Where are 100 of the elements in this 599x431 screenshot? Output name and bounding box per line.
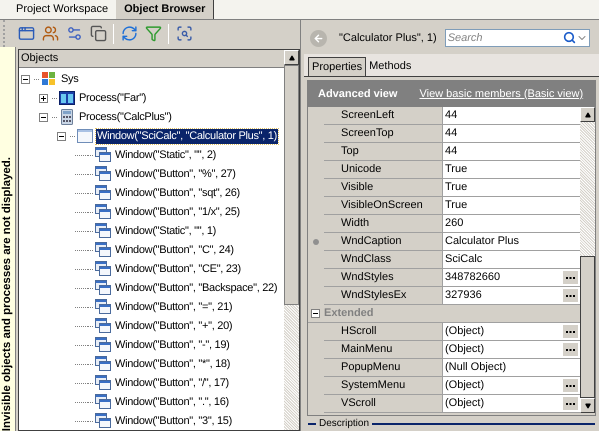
column-header: Objects: [19, 50, 284, 68]
stacked-windows-icon: [95, 375, 111, 391]
property-value: 44: [445, 108, 458, 124]
tree-item[interactable]: Window("Button", "sqt", 26): [114, 186, 241, 200]
calculator-icon: [59, 109, 75, 125]
property-value: 260: [445, 216, 464, 232]
property-value: True: [445, 162, 468, 178]
tree-item[interactable]: Window("Button", "=", 21): [114, 300, 234, 314]
collapse-toggle[interactable]: [39, 112, 48, 122]
scroll-thumb[interactable]: [284, 65, 299, 305]
tree-item[interactable]: Window("Button", "1/x", 25): [114, 204, 241, 220]
edit-button[interactable]: [563, 343, 578, 356]
tree-item[interactable]: Window("Static", "", 2): [114, 148, 218, 162]
collapse-toggle[interactable]: [311, 309, 320, 318]
property-value: True: [445, 180, 468, 196]
property-name: ScreenTop: [341, 126, 394, 142]
tab[interactable]: Properties: [308, 57, 366, 76]
expand-toggle[interactable]: [39, 94, 48, 102]
basic-view-link[interactable]: View basic members (Basic view): [419, 86, 584, 102]
property-value: True: [445, 198, 468, 214]
scroll-up-button[interactable]: [580, 107, 595, 122]
property-value: 327936: [445, 288, 483, 304]
stacked-windows-icon: [95, 394, 111, 410]
down-arrow-icon: [584, 402, 590, 408]
property-value: (Object): [445, 342, 486, 358]
panel-window-icon: [59, 90, 75, 106]
tree-item[interactable]: Window("Button", "3", 15): [114, 414, 233, 428]
tree-item[interactable]: Window("Button", "/", 17): [114, 376, 230, 390]
tree-item[interactable]: Sys: [60, 72, 80, 86]
tab[interactable]: Methods: [366, 57, 414, 76]
property-name: PopupMenu: [341, 360, 400, 376]
property-name: VisibleOnScreen: [341, 198, 423, 214]
property-value: (Object): [445, 378, 486, 394]
window-icon: [77, 128, 93, 144]
collapse-toggle[interactable]: [21, 74, 30, 84]
property-name: SystemMenu: [341, 378, 406, 394]
tab[interactable]: Object Browser: [116, 0, 214, 19]
scrollbar[interactable]: [580, 107, 595, 413]
view-title: Advanced view: [318, 86, 398, 102]
tree-item[interactable]: Window("Button", "CE", 23): [114, 262, 242, 276]
property-name: ScreenLeft: [341, 108, 394, 124]
stacked-windows-icon: [95, 147, 111, 163]
up-arrow-icon: [288, 54, 294, 60]
tree-item[interactable]: Window("Button", ".", 16): [114, 394, 230, 410]
tab[interactable]: Project Workspace: [8, 0, 116, 19]
description-label: Description: [319, 418, 370, 429]
scrollbar[interactable]: [284, 50, 299, 430]
property-name: Width: [341, 216, 370, 232]
stacked-windows-icon: [95, 166, 111, 182]
collapse-toggle[interactable]: [57, 132, 66, 140]
property-value: (Object): [445, 324, 486, 340]
property-name: Visible: [341, 180, 374, 196]
property-name: WndClass: [341, 252, 392, 268]
stacked-windows-icon: [95, 318, 111, 334]
scroll-down-button[interactable]: [580, 398, 595, 413]
tree-item[interactable]: Window("Button", "-", 19): [114, 338, 230, 352]
hidden-objects-note: Invisible objects and processes are not displayed.: [0, 156, 14, 431]
scroll-up-button[interactable]: [284, 50, 299, 65]
tree-item[interactable]: Window("Button", "%", 27): [114, 166, 237, 182]
edit-button[interactable]: [563, 397, 578, 410]
property-value: Calculator Plus: [445, 234, 520, 250]
tree-item[interactable]: Window("SciCalc", "Calculator Plus", 1): [96, 128, 278, 144]
tree-item[interactable]: Window("Button", "*", 18): [114, 356, 232, 372]
back-arrow-icon: [313, 32, 324, 44]
edit-button[interactable]: [563, 271, 578, 284]
search-icon[interactable]: [562, 31, 576, 44]
property-name: VScroll: [341, 396, 376, 412]
search-field[interactable]: Search: [444, 29, 590, 47]
property-value: 44: [445, 126, 458, 142]
tree-item[interactable]: Process("Far"): [78, 90, 148, 106]
property-name: HScroll: [341, 324, 376, 340]
property-name: Unicode: [341, 162, 382, 178]
tree-item[interactable]: Window("Button", "+", 20): [114, 318, 234, 334]
stacked-windows-icon: [95, 280, 111, 296]
stacked-windows-icon: [95, 299, 111, 315]
tree-item[interactable]: Window("Button", "C", 24): [114, 242, 235, 258]
property-value: 44: [445, 144, 458, 160]
edit-button[interactable]: [563, 379, 578, 392]
stacked-windows-icon: [95, 337, 111, 353]
property-value: SciCalc: [445, 252, 484, 268]
property-value: (Null Object): [445, 360, 508, 376]
stacked-windows-icon: [95, 356, 111, 372]
up-arrow-icon: [584, 112, 590, 118]
property-name: WndStyles: [341, 270, 394, 286]
tree-item[interactable]: Process("CalcPlus"): [78, 110, 173, 124]
property-name: WndCaption: [341, 234, 402, 250]
stacked-windows-icon: [95, 223, 111, 239]
property-name: MainMenu: [341, 342, 392, 358]
stacked-windows-icon: [95, 185, 111, 201]
tree-item[interactable]: Window("Button", "Backspace", 22): [114, 280, 278, 296]
group-title: Extended: [324, 306, 374, 322]
property-value: 348782660: [445, 270, 502, 286]
scroll-thumb[interactable]: [580, 256, 595, 398]
edit-button[interactable]: [563, 325, 578, 338]
edit-button[interactable]: [563, 289, 578, 302]
stacked-windows-icon: [95, 261, 111, 277]
property-name: WndStylesEx: [341, 288, 406, 304]
tree-item[interactable]: Window("Static", "", 1): [114, 224, 218, 238]
windows-logo-icon: [41, 71, 57, 87]
object-path: "Calculator Plus", 1): [339, 30, 437, 46]
